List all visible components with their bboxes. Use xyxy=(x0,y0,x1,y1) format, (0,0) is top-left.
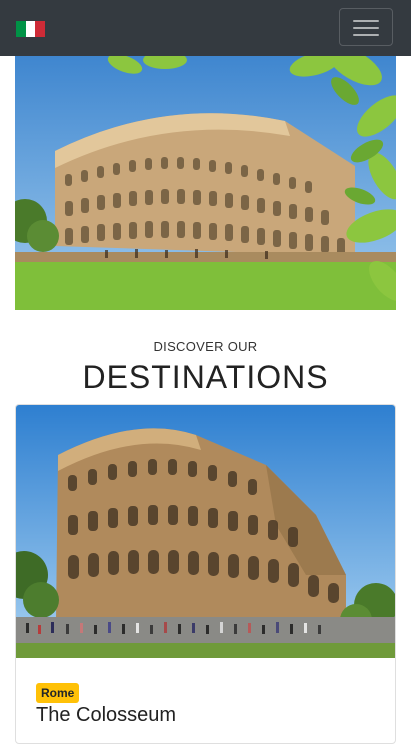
navbar xyxy=(0,0,411,56)
section-title: DESTINATIONS xyxy=(82,359,329,395)
destination-city-badge: Rome xyxy=(36,683,80,703)
destination-card-title[interactable]: The Colosseum xyxy=(36,703,176,727)
section-eyebrow: DISCOVER OUR xyxy=(153,339,258,354)
navbar-toggle-button[interactable] xyxy=(339,8,393,46)
hero-image xyxy=(15,56,396,310)
destination-card-image[interactable] xyxy=(16,405,395,658)
destination-card[interactable]: Rome The Colosseum xyxy=(15,404,396,744)
italy-flag-logo[interactable] xyxy=(16,21,45,37)
